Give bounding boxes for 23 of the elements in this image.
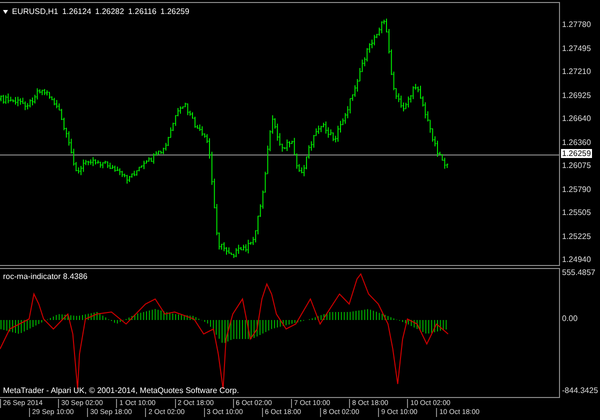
price-axis-label: 1.27780	[562, 20, 591, 29]
price-axis-label: 1.26640	[562, 114, 591, 123]
indicator-axis-label: 0.00	[562, 314, 578, 323]
indicator-label: roc-ma-indicator 8.4386	[3, 272, 88, 281]
price-value: 1.26259	[160, 7, 190, 16]
price-axis-label: 1.25505	[562, 208, 591, 217]
price-axis-label: 1.25225	[562, 232, 591, 240]
indicator-axis-label: 555.4857	[562, 268, 596, 277]
price-axis-label: 1.24940	[562, 255, 591, 264]
price-value: 1.26124	[62, 7, 92, 16]
price-value: 1.26282	[95, 7, 124, 16]
indicator-axis-label: -844.3425	[562, 386, 598, 395]
price-axis-label: 1.26360	[562, 138, 591, 146]
price-axis-label: 1.26075	[562, 161, 591, 170]
symbol-label: EURUSD,H1	[12, 7, 58, 16]
price-axis-label: 1.25790	[562, 184, 591, 194]
caret-icon[interactable]	[3, 10, 8, 14]
copyright-text: MetaTrader - Alpari UK, © 2001-2014, MetaQuotes Software Corp.	[3, 386, 239, 395]
current-price-label: 1.26259	[561, 149, 592, 158]
price-axis-label: 1.27495	[562, 44, 591, 52]
price-axis-label: 1.27210	[562, 67, 591, 76]
price-axis-label: 1.26925	[562, 90, 591, 100]
price-value: 1.26116	[128, 7, 156, 16]
